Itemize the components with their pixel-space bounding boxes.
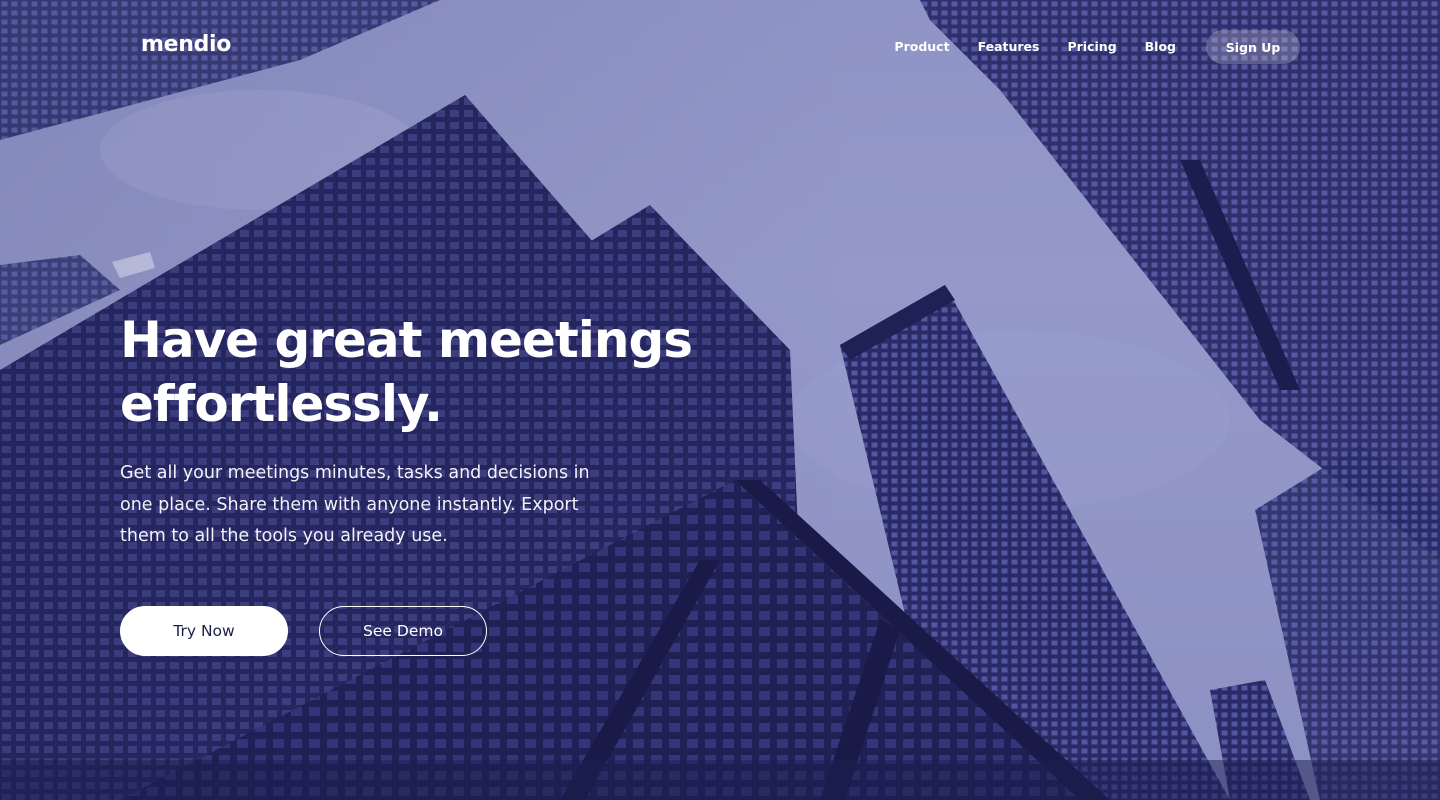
hero-subtext: Get all your meetings minutes, tasks and…	[120, 463, 590, 546]
hero-headline: Have great meetings effortlessly.	[120, 308, 740, 436]
hero-section: mendio Product Features Pricing Blog Sig…	[0, 0, 1440, 800]
see-demo-button[interactable]: See Demo	[319, 606, 487, 656]
nav-link-product[interactable]: Product	[894, 30, 949, 64]
try-now-button[interactable]: Try Now	[120, 606, 288, 656]
nav-link-blog[interactable]: Blog	[1145, 30, 1176, 64]
nav-link-pricing[interactable]: Pricing	[1067, 30, 1116, 64]
main-nav: Product Features Pricing Blog Sign Up	[894, 30, 1300, 64]
nav-link-features[interactable]: Features	[978, 30, 1040, 64]
brand-logo[interactable]: mendio	[141, 32, 231, 57]
sign-up-button[interactable]: Sign Up	[1206, 30, 1300, 64]
headline-line-1: Have great meetings	[120, 311, 693, 369]
headline-line-2: effortlessly.	[120, 375, 443, 433]
